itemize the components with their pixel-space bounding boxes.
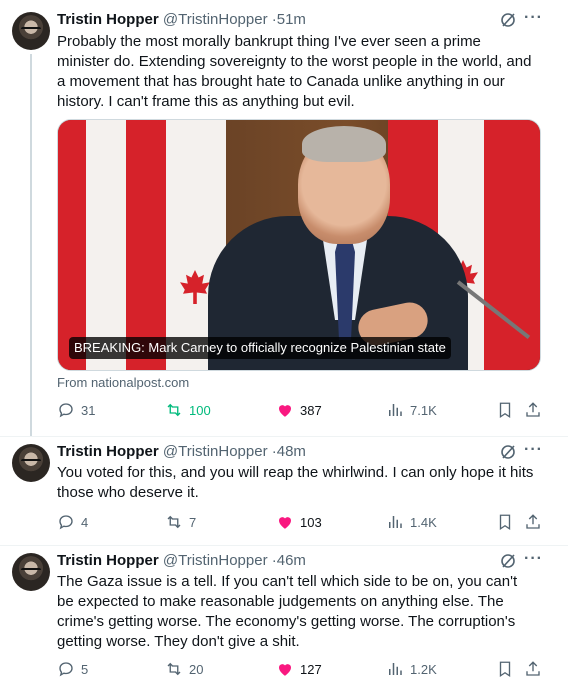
card-source[interactable]: From nationalpost.com <box>57 375 189 390</box>
link-card-image[interactable]: BREAKING: Mark Carney to officially reco… <box>57 119 541 371</box>
author-handle[interactable]: @TristinHopper <box>163 11 268 28</box>
views-count: 7.1K <box>410 402 437 418</box>
like-count: 387 <box>300 402 322 418</box>
views-icon <box>389 663 402 675</box>
timestamp[interactable]: 46m <box>277 552 306 569</box>
share-icon[interactable] <box>524 401 542 419</box>
reply-icon <box>59 403 73 418</box>
like-button[interactable]: 387 <box>276 401 322 419</box>
reply-count: 5 <box>81 661 89 677</box>
more-icon[interactable]: ··· <box>524 550 543 568</box>
share-icon[interactable] <box>524 513 542 531</box>
views-button[interactable]: 7.1K <box>386 401 437 419</box>
bookmark-icon[interactable] <box>496 401 514 419</box>
thread-line <box>30 54 32 436</box>
like-button[interactable]: 127 <box>276 660 322 678</box>
more-icon[interactable]: ··· <box>524 9 543 27</box>
timestamp[interactable]: 48m <box>277 443 306 460</box>
repost-button[interactable]: 20 <box>165 660 203 678</box>
thread-feed: Tristin Hopper @TristinHopper ·51m ··· P… <box>0 0 568 692</box>
views-count: 1.2K <box>410 661 437 677</box>
speaker-hair <box>302 126 386 162</box>
heart-filled-icon <box>279 664 291 676</box>
like-count: 103 <box>300 514 322 530</box>
reply-button[interactable]: 4 <box>57 513 88 531</box>
tweet-text: Probably the most morally bankrupt thing… <box>57 33 532 110</box>
tweet-1[interactable]: Tristin Hopper @TristinHopper ·51m ··· P… <box>0 0 568 436</box>
avatar[interactable] <box>12 444 50 482</box>
repost-icon <box>167 662 181 676</box>
grok-icon[interactable] <box>500 12 516 28</box>
reply-button[interactable]: 31 <box>57 401 95 419</box>
reply-count: 4 <box>81 514 89 530</box>
repost-button[interactable]: 7 <box>165 513 196 531</box>
reply-icon <box>59 515 73 530</box>
reply-button[interactable]: 5 <box>57 660 88 678</box>
tweet-text: You voted for this, and you will reap th… <box>57 464 534 501</box>
grok-icon[interactable] <box>500 444 516 460</box>
flag-red-left <box>58 120 86 370</box>
heart-filled-icon <box>279 517 291 529</box>
tweet-text: The Gaza issue is a tell. If you can't t… <box>57 573 518 650</box>
views-button[interactable]: 1.2K <box>386 660 437 678</box>
like-count: 127 <box>300 661 322 677</box>
views-button[interactable]: 1.4K <box>386 513 437 531</box>
author-handle[interactable]: @TristinHopper <box>163 552 268 569</box>
flag-white-left <box>86 120 126 370</box>
repost-icon <box>167 515 181 529</box>
timestamp[interactable]: 51m <box>277 11 306 28</box>
reply-icon <box>59 662 73 677</box>
repost-count: 7 <box>189 514 197 530</box>
like-button[interactable]: 103 <box>276 513 322 531</box>
author-name[interactable]: Tristin Hopper <box>57 443 159 460</box>
action-bar: 4 7 103 1.4K <box>57 513 547 533</box>
author-name[interactable]: Tristin Hopper <box>57 552 159 569</box>
flag-red-right-2 <box>484 120 540 370</box>
views-count: 1.4K <box>410 514 437 530</box>
repost-count: 20 <box>189 661 204 677</box>
tweet-3[interactable]: Tristin Hopper @TristinHopper ·46m ··· T… <box>0 545 568 692</box>
tweet-header: Tristin Hopper @TristinHopper ·51m <box>57 10 306 30</box>
action-bar: 5 20 127 1.2K <box>57 660 547 680</box>
card-caption: BREAKING: Mark Carney to officially reco… <box>69 337 451 359</box>
author-name[interactable]: Tristin Hopper <box>57 11 159 28</box>
tweet-2[interactable]: Tristin Hopper @TristinHopper ·48m ··· Y… <box>0 436 568 545</box>
more-icon[interactable]: ··· <box>524 441 543 459</box>
share-icon[interactable] <box>524 660 542 678</box>
repost-button[interactable]: 100 <box>165 401 211 419</box>
tweet-header: Tristin Hopper @TristinHopper ·48m <box>57 442 306 462</box>
views-icon <box>389 516 402 528</box>
bookmark-icon[interactable] <box>496 660 514 678</box>
author-handle[interactable]: @TristinHopper <box>163 443 268 460</box>
heart-filled-icon <box>279 405 291 417</box>
tweet-header: Tristin Hopper @TristinHopper ·46m <box>57 551 306 571</box>
avatar[interactable] <box>12 12 50 50</box>
repost-count: 100 <box>189 402 211 418</box>
grok-icon[interactable] <box>500 553 516 569</box>
views-icon <box>389 404 402 416</box>
action-bar: 31 100 387 7.1K <box>57 401 547 421</box>
bookmark-icon[interactable] <box>496 513 514 531</box>
reply-count: 31 <box>81 402 96 418</box>
flag-red-left-2 <box>126 120 166 370</box>
repost-icon <box>167 403 181 417</box>
avatar[interactable] <box>12 553 50 591</box>
